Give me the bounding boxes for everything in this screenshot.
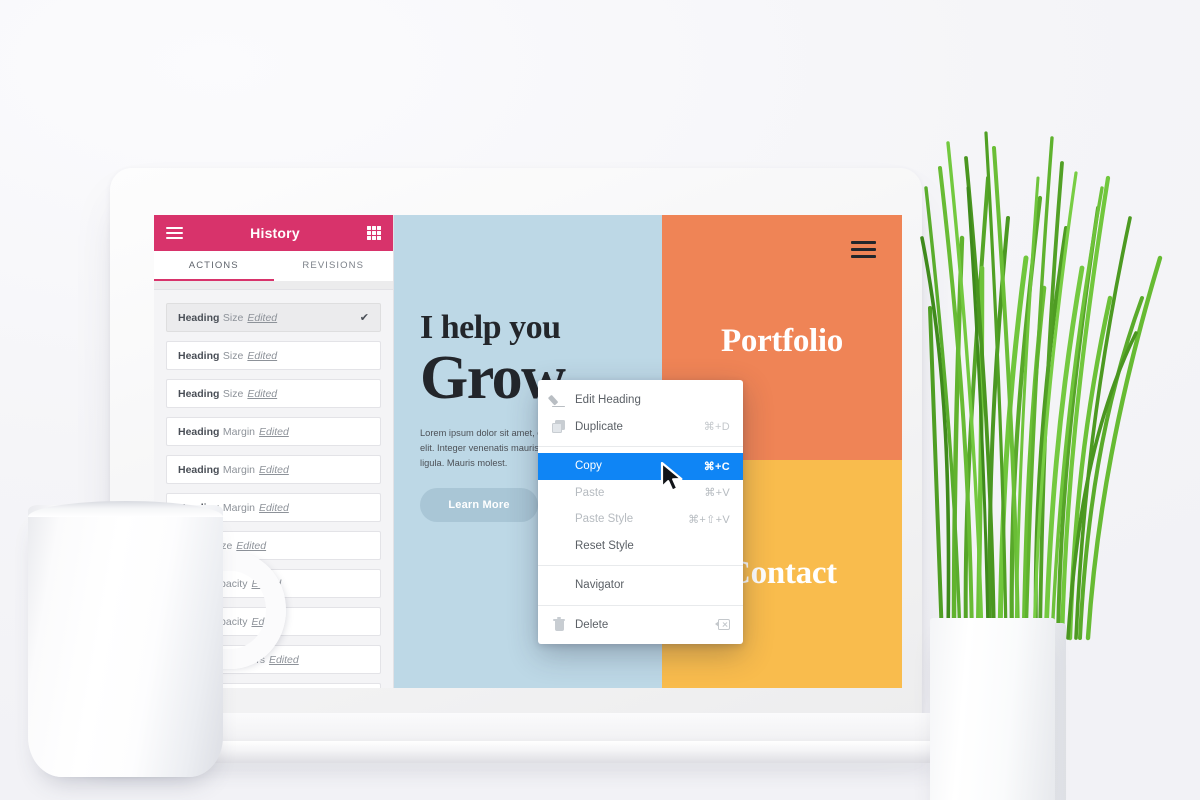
menu-item-label: Paste Style [575, 513, 634, 526]
history-subbar [154, 281, 393, 290]
context-menu[interactable]: Edit Heading Duplicate ⌘+D Copy ⌘+C Past… [538, 380, 743, 644]
mouse-cursor [660, 462, 683, 492]
history-item-state: Edited [259, 425, 289, 438]
history-item-state: Edited [259, 463, 289, 476]
menu-item-label: Navigator [575, 579, 625, 592]
history-list-item[interactable]: HeadingMarginEdited [166, 417, 381, 446]
menu-item-shortcut: ⌘+C [703, 460, 730, 473]
grass-blades [920, 131, 1163, 641]
duplicate-icon [552, 419, 566, 434]
history-item-action: Size [222, 349, 244, 362]
history-tabs: ACTIONS REVISIONS [154, 251, 393, 281]
menu-item-paste[interactable]: Paste ⌘+V [538, 480, 743, 507]
menu-item-copy[interactable]: Copy ⌘+C [538, 453, 743, 480]
hamburger-icon[interactable] [166, 226, 183, 240]
history-item-action: Size [222, 387, 244, 400]
history-item-state: Edited [247, 311, 278, 324]
history-item-action: Size [222, 311, 244, 324]
potted-grass-plant [830, 118, 1190, 800]
history-item-element: Heading [178, 387, 220, 400]
check-icon: ✔ [359, 312, 369, 324]
menu-item-shortcut: ⌘+⇧+V [688, 513, 730, 526]
menu-item-delete[interactable]: Delete [538, 612, 743, 639]
history-list-item[interactable]: Heading Size Edited ✔ [166, 303, 381, 332]
history-panel-header: History [154, 215, 393, 251]
menu-item-label: Edit Heading [575, 394, 641, 407]
menu-item-reset-style[interactable]: Reset Style [538, 533, 743, 560]
history-item-action: Margin [222, 463, 256, 476]
history-item-element: Heading [178, 425, 220, 438]
history-panel-title: History [250, 225, 300, 241]
grid-icon[interactable] [367, 226, 381, 240]
menu-item-label: Duplicate [575, 420, 623, 433]
history-item-state: Edited [247, 349, 278, 362]
history-item-element: Heading [178, 463, 220, 476]
trash-icon [552, 616, 566, 632]
scene: History ACTIONS REVISIONS Heading Size Edi… [0, 0, 1200, 800]
menu-item-label: Delete [575, 618, 609, 631]
history-item-element: Heading [178, 311, 220, 324]
menu-item-navigator[interactable]: Navigator [538, 572, 743, 599]
tab-actions[interactable]: ACTIONS [154, 251, 274, 281]
learn-more-button[interactable]: Learn More [420, 488, 538, 523]
pencil-icon [547, 393, 566, 408]
history-list-item[interactable]: Heading Size Edited [166, 379, 381, 408]
menu-item-paste-style[interactable]: Paste Style ⌘+⇧+V [538, 506, 743, 533]
mug-rim [28, 501, 223, 517]
history-item-element: Heading [178, 349, 220, 362]
menu-item-duplicate[interactable]: Duplicate ⌘+D [538, 414, 743, 441]
menu-separator [538, 446, 743, 447]
mug-body [28, 505, 223, 777]
history-item-action: Margin [222, 425, 256, 438]
plant-pot [930, 618, 1055, 800]
menu-item-edit-heading[interactable]: Edit Heading [538, 387, 743, 414]
menu-item-label: Reset Style [575, 539, 634, 552]
menu-item-shortcut: ⌘+V [704, 487, 730, 500]
history-list-item[interactable]: HeadingMarginEdited [166, 455, 381, 484]
hero-heading-line1[interactable]: I help you [420, 311, 662, 345]
history-item-state: Edited [247, 387, 278, 400]
menu-item-shortcut: ⌘+D [703, 421, 730, 434]
delete-key-icon [715, 619, 730, 631]
menu-separator [538, 604, 743, 606]
menu-separator [538, 565, 743, 566]
history-list-item[interactable]: Heading Size Edited [166, 341, 381, 370]
coffee-mug [18, 487, 318, 781]
tab-revisions[interactable]: REVISIONS [273, 251, 393, 281]
